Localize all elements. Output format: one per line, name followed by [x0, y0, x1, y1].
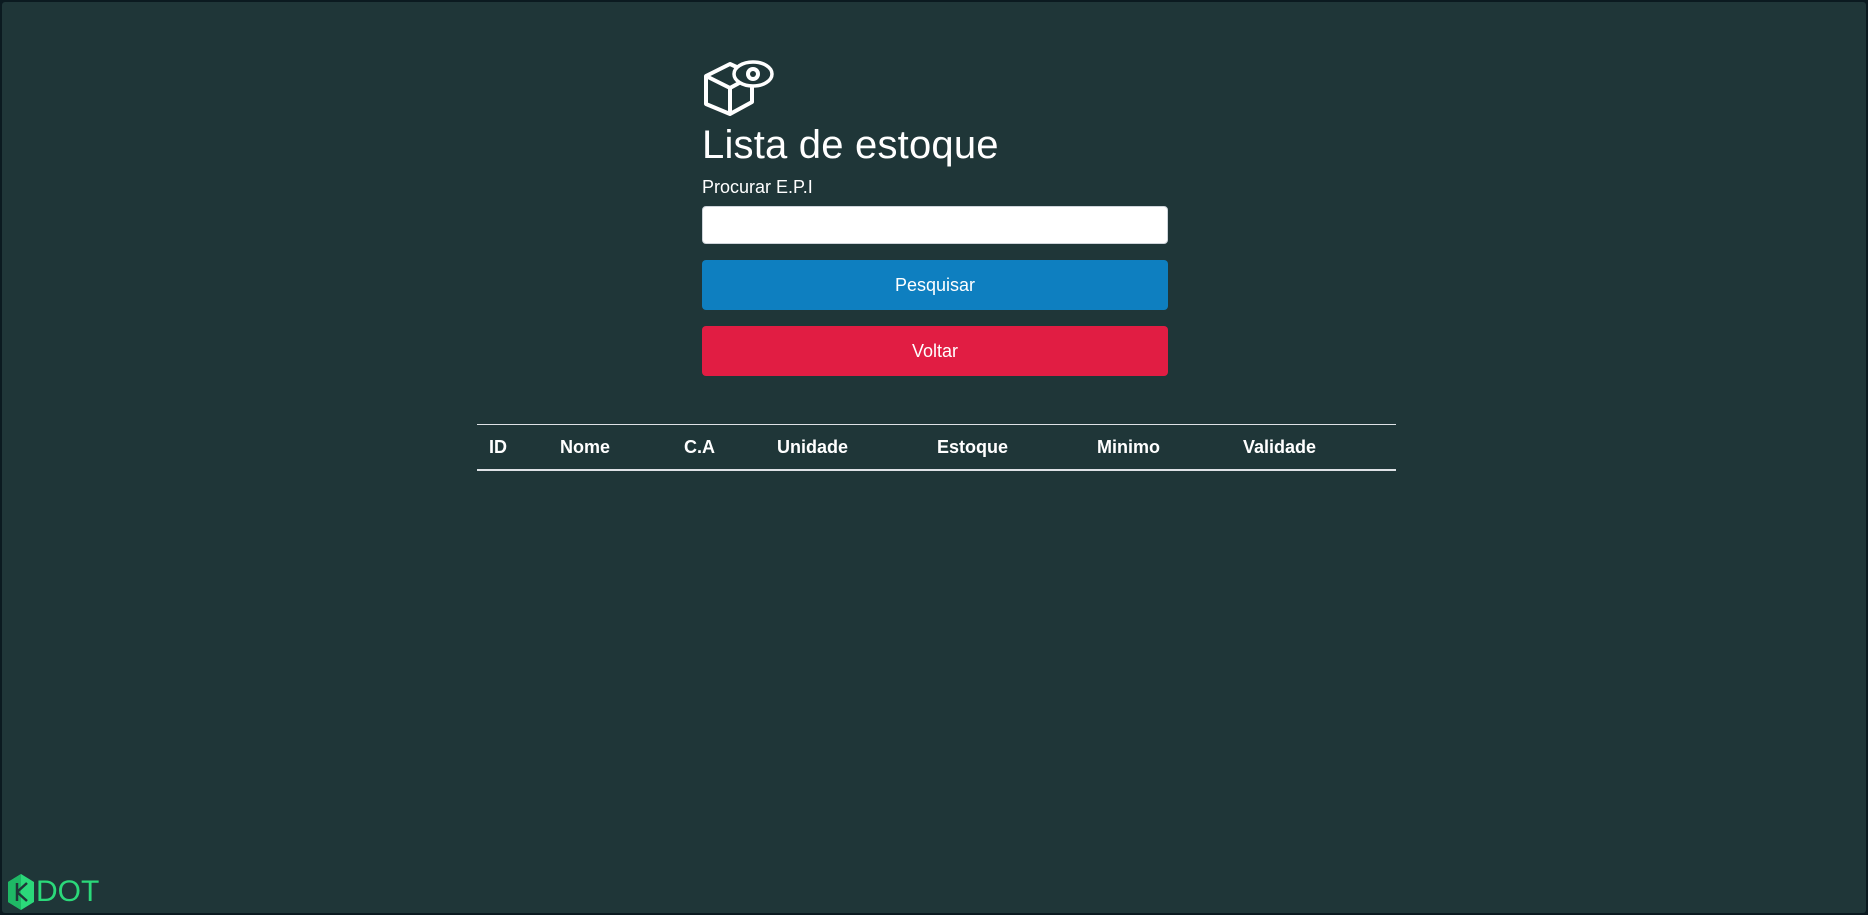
search-button[interactable]: Pesquisar	[702, 260, 1168, 310]
logo-text: DOT	[36, 875, 100, 908]
column-header-nome: Nome	[560, 436, 611, 457]
column-header-minimo: Minimo	[1097, 436, 1160, 457]
back-button[interactable]: Voltar	[702, 326, 1168, 376]
column-header-estoque: Estoque	[937, 436, 1009, 457]
box-eye-icon	[704, 60, 774, 116]
column-header-unidade: Unidade	[777, 436, 849, 457]
stock-form-panel: Lista de estoque Procurar E.P.I Pesquisa…	[702, 58, 1168, 376]
stock-table: ID Nome C.A Unidade Estoque Minimo Valid…	[477, 424, 1396, 471]
page-title: Lista de estoque	[702, 123, 999, 167]
column-header-validade: Validade	[1243, 436, 1317, 457]
table-header-row: ID Nome C.A Unidade Estoque Minimo Valid…	[477, 424, 1396, 470]
stock-table-container: ID Nome C.A Unidade Estoque Minimo Valid…	[477, 424, 1396, 471]
search-input[interactable]	[702, 206, 1168, 244]
brand-logo: DOT	[7, 873, 99, 911]
column-header-id: ID	[489, 436, 507, 457]
app-window: Lista de estoque Procurar E.P.I Pesquisa…	[2, 2, 1866, 913]
search-label: Procurar E.P.I	[702, 177, 813, 197]
kdot-logo-icon	[8, 874, 34, 910]
column-header-ca: C.A	[684, 436, 715, 457]
